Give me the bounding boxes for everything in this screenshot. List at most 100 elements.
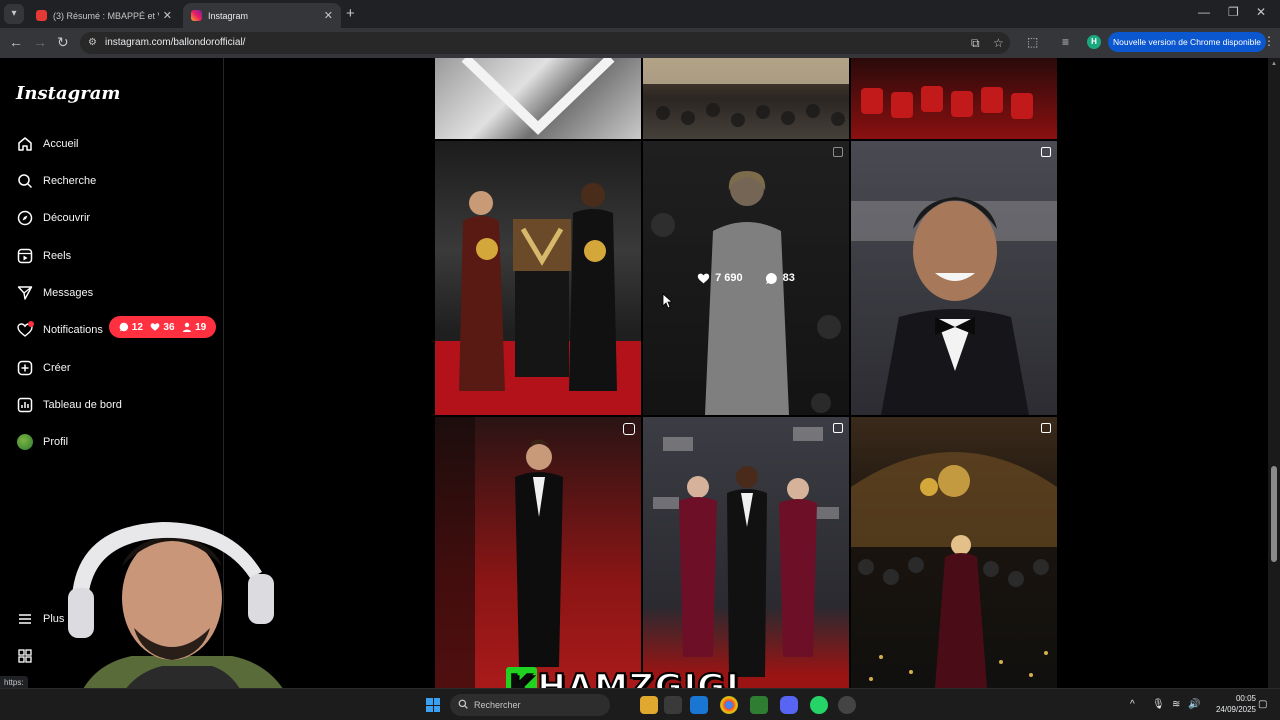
comments-count: 12 [119,322,143,333]
nav-label: Créer [43,362,71,374]
post-tile[interactable] [851,141,1057,415]
windows-taskbar: Rechercher ^ 🎙 ≋ 🔊 00:05 24/09/2025 ▢ [0,688,1280,720]
profile-post-grid: 7 690 83 [224,58,1268,688]
plus-square-icon [16,359,34,377]
nav-label: Reels [43,250,72,262]
notifications-activity-badge[interactable]: 12 36 19 [109,316,216,338]
post-likes: 7 690 [697,272,743,285]
outlook-icon[interactable] [690,696,708,714]
reload-icon[interactable]: ↻ [57,34,69,51]
taskbar-clock[interactable]: 00:05 24/09/2025 [1200,693,1256,715]
nav-label: Recherche [43,175,97,187]
tab-title: Instagram [208,10,249,21]
post-tile[interactable] [643,417,849,688]
install-app-icon[interactable]: ⧉ [971,36,980,51]
comment-icon [765,272,777,284]
volume-icon[interactable]: 🔊 [1188,699,1200,710]
media-controls-icon[interactable]: ≡ [1062,35,1069,49]
browser-tab-instagram[interactable]: Instagram ✕ [183,3,341,28]
followers-count-value: 19 [195,321,207,333]
tab-title: (3) Résumé : MBAPPÉ et VINICIUS [53,10,159,21]
restore-icon[interactable]: ❐ [1228,5,1239,19]
chrome-icon[interactable] [720,696,738,714]
bookmark-star-icon[interactable]: ☆ [993,36,1004,50]
microphone-icon[interactable]: 🎙 [1152,699,1165,710]
url-text: instagram.com/ballondorofficial/ [105,37,246,48]
post-image [851,197,1057,415]
scroll-up-icon[interactable]: ▲ [1271,61,1277,67]
search-icon [458,699,468,711]
close-tab-icon[interactable]: ✕ [324,9,333,22]
discord-icon[interactable] [780,696,798,714]
bar-chart-icon [16,396,34,414]
post-tile-hovered[interactable]: 7 690 83 [643,141,849,415]
post-tile[interactable] [435,417,641,688]
nav-accueil[interactable]: Accueil [16,132,216,156]
new-tab-icon[interactable]: + [346,5,355,22]
scrollbar-thumb[interactable] [1271,466,1277,562]
nav-label: Messages [43,287,94,299]
tray-expand-icon[interactable]: ^ [1130,699,1135,710]
nav-recherche[interactable]: Recherche [16,169,216,193]
close-window-icon[interactable]: ✕ [1256,5,1266,19]
file-explorer-icon[interactable] [640,696,658,714]
post-image [435,183,641,415]
whatsapp-icon[interactable] [810,696,828,714]
app-icon[interactable] [664,696,682,714]
profile-avatar-icon[interactable]: H [1087,35,1101,49]
post-image [851,452,1057,688]
post-tile[interactable] [851,417,1057,688]
nav-label: Profil [43,436,69,448]
wifi-icon[interactable]: ≋ [1172,699,1180,710]
extensions-icon[interactable]: ⬚ [1027,35,1038,49]
post-likes-value: 7 690 [715,272,743,284]
multiple-posts-icon [833,423,843,433]
post-tile[interactable] [435,141,641,415]
instagram-logo[interactable]: Instagram [16,83,120,104]
close-tab-icon[interactable]: ✕ [163,9,172,22]
post-image [861,86,1033,119]
browser-tab-youtube[interactable]: (3) Résumé : MBAPPÉ et VINICIUS ✕ [28,3,180,28]
post-tile[interactable] [435,58,641,139]
apps-icon [16,647,34,665]
send-icon [16,284,34,302]
comment-icon [119,322,128,332]
nav-tableau-de-bord[interactable]: Tableau de bord [16,393,216,417]
youtube-icon [36,10,47,21]
nav-creer[interactable]: Créer [16,356,216,380]
address-bar[interactable]: ⚙ instagram.com/ballondorofficial/ ⧉ ☆ [80,32,1010,54]
forward-icon[interactable]: → [33,34,47,50]
notification-dot [28,321,34,327]
notification-center-icon[interactable]: ▢ [1258,699,1267,710]
compass-icon [16,209,34,227]
post-tile[interactable] [643,58,849,139]
reels-icon [623,423,635,435]
minimize-icon[interactable]: — [1198,5,1210,19]
windows-start-icon[interactable] [426,698,440,712]
tab-search-button[interactable]: ▾ [4,4,24,24]
nav-messages[interactable]: Messages [16,281,216,305]
chrome-menu-icon[interactable]: ⋮ [1263,34,1275,48]
back-icon[interactable]: ← [9,34,23,50]
play-icon[interactable] [750,696,768,714]
comments-count-value: 12 [131,321,143,333]
reels-icon [16,247,34,265]
post-image [435,417,563,688]
post-image [643,58,849,127]
nav-reels[interactable]: Reels [16,244,216,268]
person-icon [183,322,192,332]
nav-profil[interactable]: Profil [16,430,216,454]
clock-date: 24/09/2025 [1215,705,1256,714]
obs-icon[interactable] [838,696,856,714]
post-tile[interactable] [851,58,1057,139]
instagram-icon [191,10,202,21]
site-info-icon[interactable]: ⚙ [88,37,97,48]
chrome-update-button[interactable]: Nouvelle version de Chrome disponible [1108,32,1266,52]
post-image [461,58,615,135]
page-scrollbar[interactable]: ▲ [1268,58,1280,688]
nav-decouvrir[interactable]: Découvrir [16,206,216,230]
nav-label: Notifications [43,324,103,336]
taskbar-search[interactable]: Rechercher [450,694,610,716]
search-icon [16,172,34,190]
browser-toolbar: ← → ↻ ⚙ instagram.com/ballondorofficial/… [0,28,1280,58]
